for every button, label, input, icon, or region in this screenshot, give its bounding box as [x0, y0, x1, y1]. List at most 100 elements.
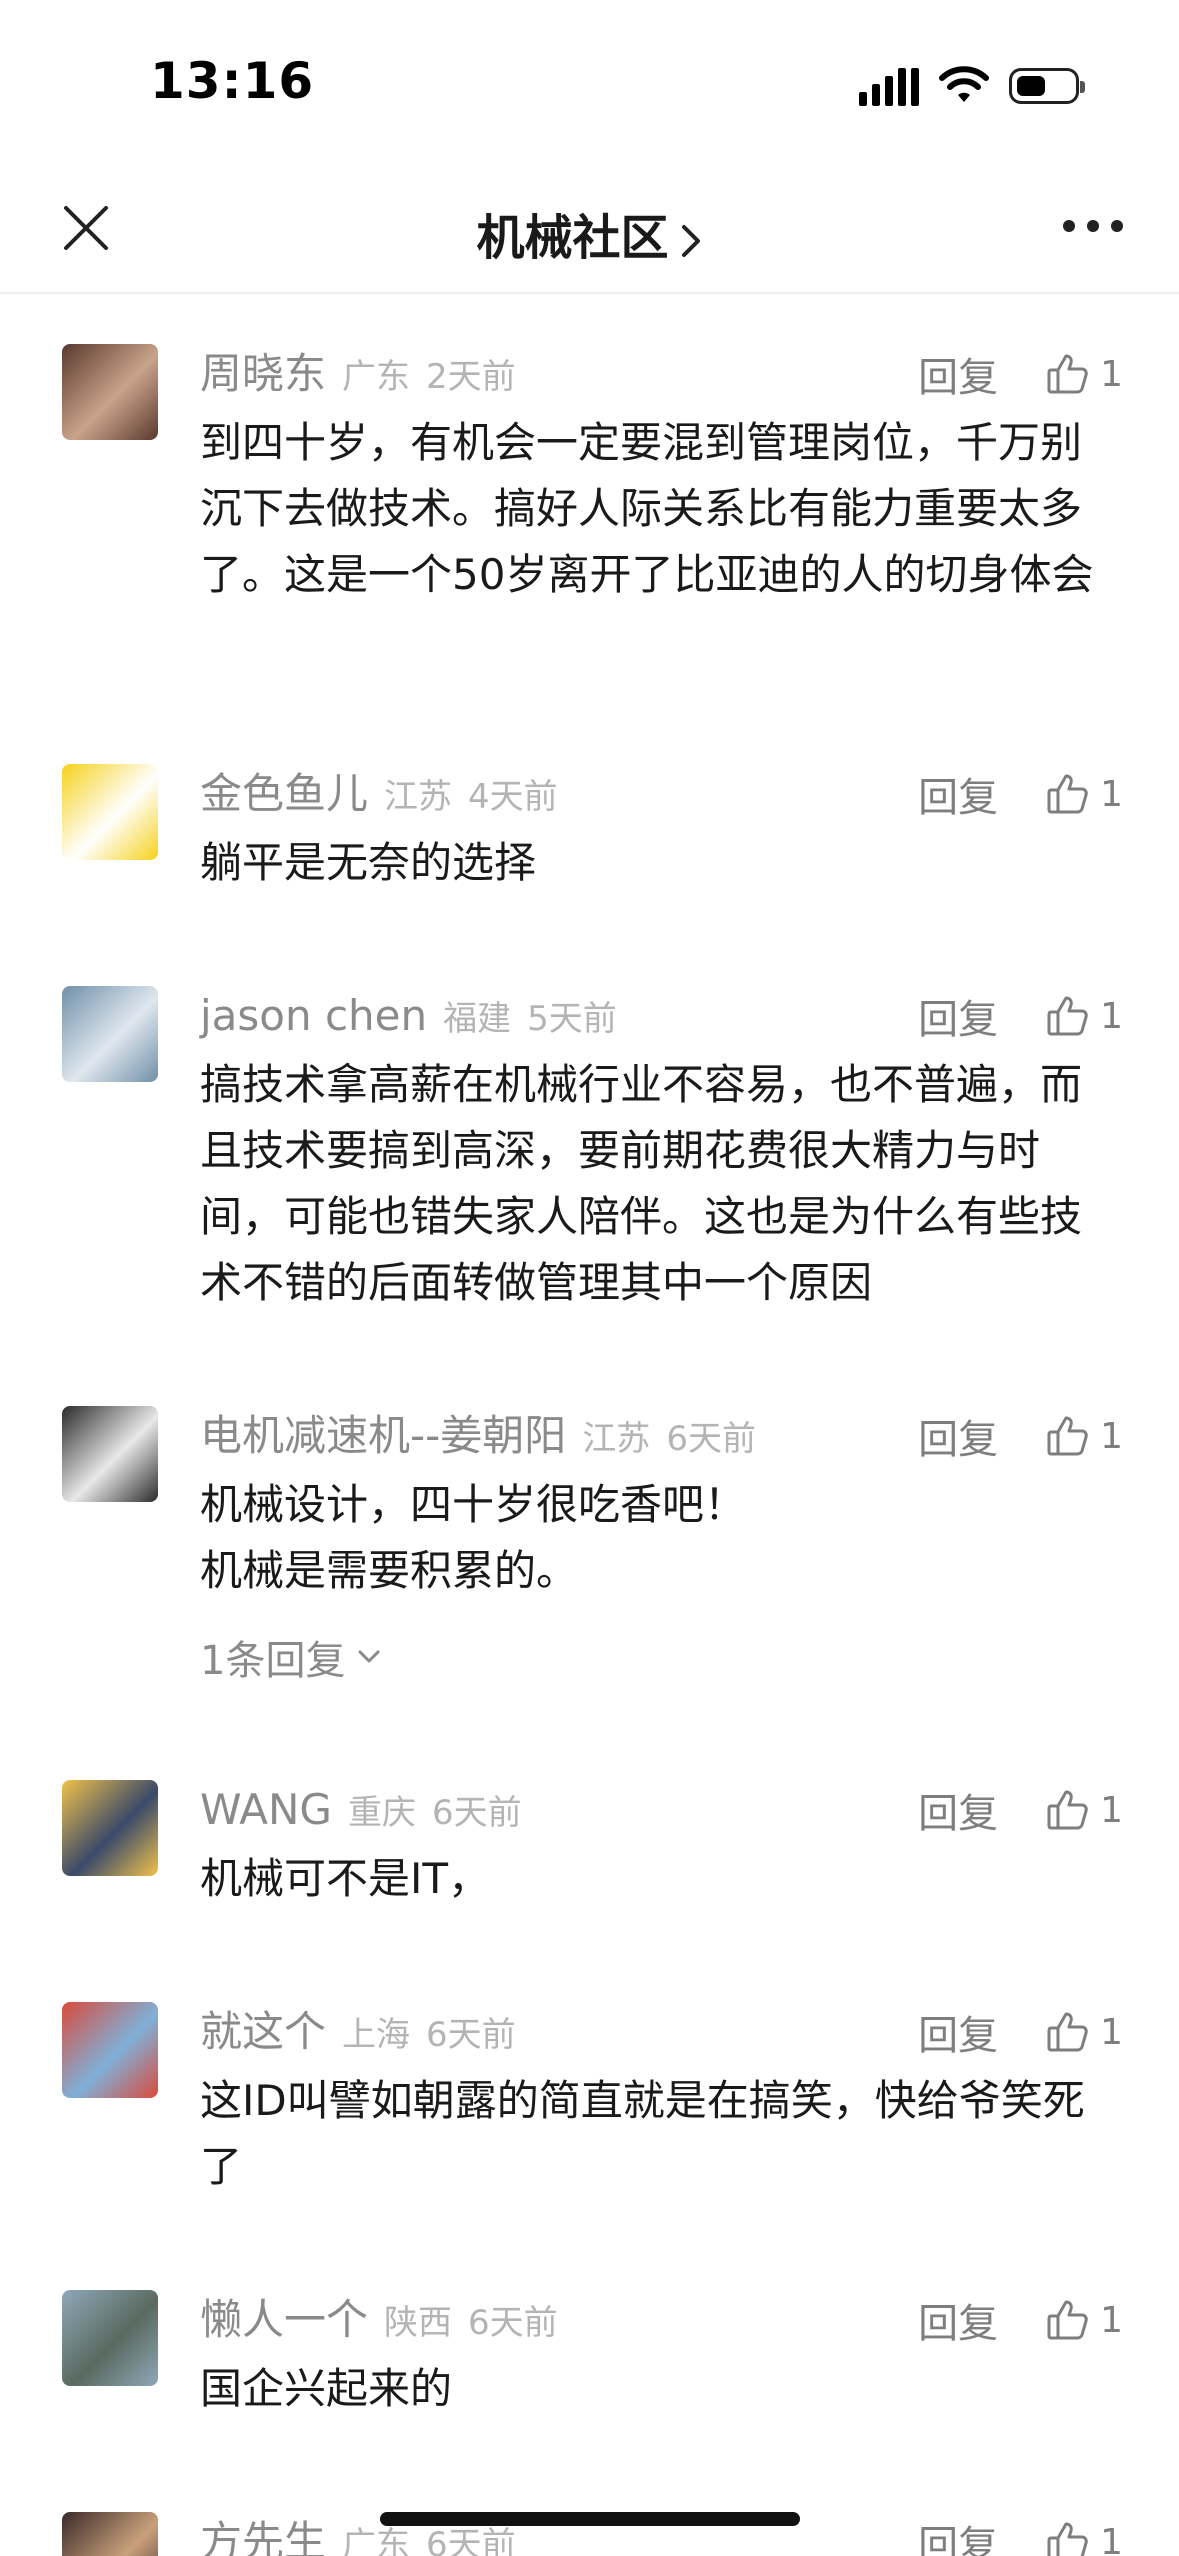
chevron-down-icon [358, 1650, 380, 1663]
status-bar: 13:16 [0, 0, 1179, 170]
avatar[interactable] [62, 344, 158, 440]
reply-button[interactable]: 回复 [918, 1781, 998, 1839]
timestamp: 6天前 [468, 2303, 558, 2343]
comment-actions: 回复 1 [918, 980, 1123, 1052]
timestamp: 6天前 [666, 1419, 756, 1459]
username[interactable]: 懒人一个 [200, 2284, 368, 2356]
timestamp: 5天前 [527, 999, 617, 1039]
region-label: 上海 [342, 2015, 411, 2055]
thumbs-up-icon [1047, 1790, 1088, 1830]
username[interactable]: WANG [200, 1774, 332, 1846]
timestamp: 4天前 [468, 777, 558, 817]
like-count: 1 [1100, 2011, 1123, 2053]
like-button[interactable]: 1 [1044, 2296, 1123, 2344]
username[interactable]: 方先生 [200, 2506, 326, 2556]
region-label: 广东 [342, 357, 411, 397]
avatar[interactable] [62, 2512, 158, 2556]
like-button[interactable]: 1 [1044, 350, 1123, 398]
comment-text: 机械设计，四十岁很吃香吧！ 机械是需要积累的。 [200, 1480, 747, 1595]
timestamp: 2天前 [426, 357, 516, 397]
region-label: 陕西 [384, 2303, 453, 2343]
comment-text: 搞技术拿高薪在机械行业不容易，也不普遍，而且技术要搞到高深，要前期花费很大精力与… [200, 1060, 1083, 1307]
like-button[interactable]: 1 [1044, 2008, 1123, 2056]
comment-item: 懒人一个 陕西 6天前 回复 1 国企兴起来的 [0, 2284, 1179, 2422]
like-count: 1 [1100, 995, 1123, 1037]
like-button[interactable]: 1 [1044, 992, 1123, 1040]
comment-text: 国企兴起来的 [200, 2364, 453, 2413]
reply-button[interactable]: 回复 [918, 2003, 998, 2061]
avatar[interactable] [62, 2002, 158, 2098]
reply-button[interactable]: 回复 [918, 1407, 998, 1465]
like-count: 1 [1100, 773, 1123, 815]
timestamp: 6天前 [431, 1793, 522, 1833]
view-replies-label: 1条回复 [200, 1638, 346, 1684]
comment-actions: 回复 1 [918, 2506, 1123, 2556]
thumbs-up-icon [1047, 996, 1088, 1036]
username[interactable]: 金色鱼儿 [200, 758, 368, 830]
comment-item: jason chen 福建 5天前 回复 1 搞技术拿高薪在机械行业不容易，也不普遍，而且… [0, 980, 1179, 1316]
username[interactable]: 就这个 [200, 1996, 326, 2068]
page-title[interactable]: 机械社区 [0, 198, 1179, 268]
like-button[interactable]: 1 [1044, 2518, 1123, 2556]
username[interactable]: jason chen [200, 980, 427, 1052]
thumbs-up-icon [1047, 2012, 1088, 2052]
username[interactable]: 周晓东 [200, 338, 326, 410]
avatar[interactable] [62, 1780, 158, 1876]
like-button[interactable]: 1 [1044, 770, 1123, 818]
comment-text: 到四十岁，有机会一定要混到管理岗位，千万别沉下去做技术。搞好人际关系比有能力重要… [200, 418, 1094, 599]
region-label: 重庆 [347, 1793, 416, 1833]
avatar[interactable] [62, 764, 158, 860]
reply-button[interactable]: 回复 [918, 987, 998, 1045]
page-title-text: 机械社区 [476, 210, 669, 266]
status-icons [859, 66, 1085, 106]
comment-actions: 回复 1 [918, 338, 1123, 410]
region-label: 江苏 [384, 777, 453, 817]
like-button[interactable]: 1 [1044, 1786, 1123, 1834]
comment-actions: 回复 1 [918, 1774, 1123, 1846]
like-count: 1 [1100, 1789, 1123, 1831]
thumbs-up-icon [1047, 774, 1088, 814]
status-time: 13:16 [150, 52, 315, 110]
comment-text: 这ID叫譬如朝露的简直就是在搞笑，快给爷笑死了 [200, 2076, 1085, 2191]
comment-actions: 回复 1 [918, 1400, 1123, 1472]
nav-bar: 机械社区 [0, 170, 1179, 294]
region-label: 江苏 [582, 1419, 651, 1459]
reply-button[interactable]: 回复 [918, 2291, 998, 2349]
avatar[interactable] [62, 2290, 158, 2386]
comment-actions: 回复 1 [918, 2284, 1123, 2356]
thumbs-up-icon [1047, 1416, 1088, 1456]
region-label: 福建 [443, 999, 512, 1039]
chevron-right-icon [681, 225, 700, 257]
thumbs-up-icon [1047, 2522, 1088, 2556]
avatar[interactable] [62, 1406, 158, 1502]
reply-button[interactable]: 回复 [918, 765, 998, 823]
like-count: 1 [1100, 2521, 1123, 2556]
comment-item: 周晓东 广东 2天前 回复 1 到四十岁，有机会一定要混到管理岗位，千万别沉下去做技术。搞… [0, 338, 1179, 608]
like-count: 1 [1100, 1415, 1123, 1457]
timestamp: 6天前 [426, 2015, 516, 2055]
comment-text: 机械可不是IT， [200, 1854, 491, 1903]
wifi-icon [939, 66, 989, 102]
reply-button[interactable]: 回复 [918, 345, 998, 403]
like-count: 1 [1100, 353, 1123, 395]
battery-icon [1009, 68, 1085, 104]
home-indicator [380, 2512, 800, 2526]
more-icon[interactable] [1063, 220, 1123, 232]
like-button[interactable]: 1 [1044, 1412, 1123, 1460]
username[interactable]: 电机减速机--姜朝阳 [200, 1400, 566, 1472]
comment-item: 电机减速机--姜朝阳 江苏 6天前 回复 1 机械设计，四十岁很吃香吧！ 机械是需要积累的… [0, 1400, 1179, 1686]
cellular-signal-icon [859, 66, 919, 106]
comment-text: 躺平是无奈的选择 [200, 838, 537, 887]
comment-item: 就这个 上海 6天前 回复 1 这ID叫譬如朝露的简直就是在搞笑，快给爷笑死了 [0, 1996, 1179, 2200]
comment-page: 13:16 机械社区 周晓东 广东 2天前 回复 1 到四十岁，有机会一定要混到… [0, 0, 1179, 2556]
comment-item: WANG 重庆 6天前 回复 1 机械可不是IT， [0, 1774, 1179, 1912]
comment-actions: 回复 1 [918, 1996, 1123, 2068]
thumbs-up-icon [1047, 354, 1088, 394]
avatar[interactable] [62, 986, 158, 1082]
reply-button[interactable]: 回复 [918, 2513, 998, 2556]
like-count: 1 [1100, 2299, 1123, 2341]
comment-actions: 回复 1 [918, 758, 1123, 830]
thumbs-up-icon [1047, 2300, 1088, 2340]
comment-item: 金色鱼儿 江苏 4天前 回复 1 躺平是无奈的选择 [0, 758, 1179, 896]
view-replies-button[interactable]: 1条回复 [200, 1628, 1119, 1686]
